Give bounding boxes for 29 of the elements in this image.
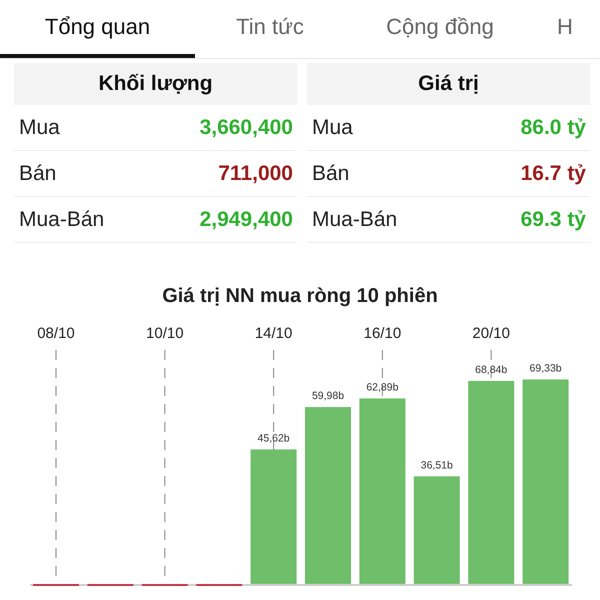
- row-value: 16.7 tỷ: [520, 162, 586, 186]
- value-label: 45,62b: [258, 432, 290, 444]
- row-label: Bán: [19, 162, 56, 186]
- axis-label: 10/10: [146, 325, 184, 342]
- row-value: 3,660,400: [200, 116, 293, 140]
- axis-label: 16/10: [364, 325, 402, 342]
- value-label: 36,51b: [420, 459, 453, 472]
- value-label: 62,89b: [366, 381, 398, 394]
- row-label: Mua: [19, 116, 60, 140]
- axis-label: 20/10: [472, 325, 510, 342]
- row-label: Mua: [312, 116, 353, 140]
- column-header: Khối lượng: [14, 63, 297, 105]
- tab[interactable]: Cộng đồng: [345, 0, 535, 58]
- value-label: 69,33b: [530, 362, 562, 374]
- row-label: Bán: [312, 162, 350, 186]
- tab[interactable]: H: [535, 0, 595, 58]
- tab[interactable]: Tổng quan: [0, 0, 195, 58]
- tab[interactable]: Tin tức: [195, 0, 345, 58]
- row-value: 2,949,400: [200, 208, 293, 232]
- column-header: Giá trị: [307, 63, 590, 105]
- row-label: Mua-Bán: [312, 208, 398, 232]
- chart-title: Giá trị NN mua ròng 10 phiên: [161, 285, 439, 308]
- value-label: 59,98b: [312, 390, 344, 402]
- row-value: 711,000: [218, 162, 293, 186]
- row-value: 86.0 tỷ: [520, 116, 586, 140]
- row-value: 69.3 tỷ: [520, 208, 586, 232]
- axis-label: 08/10: [37, 325, 75, 342]
- row-label: Mua-Bán: [19, 208, 104, 232]
- axis-label: 14/10: [254, 325, 292, 342]
